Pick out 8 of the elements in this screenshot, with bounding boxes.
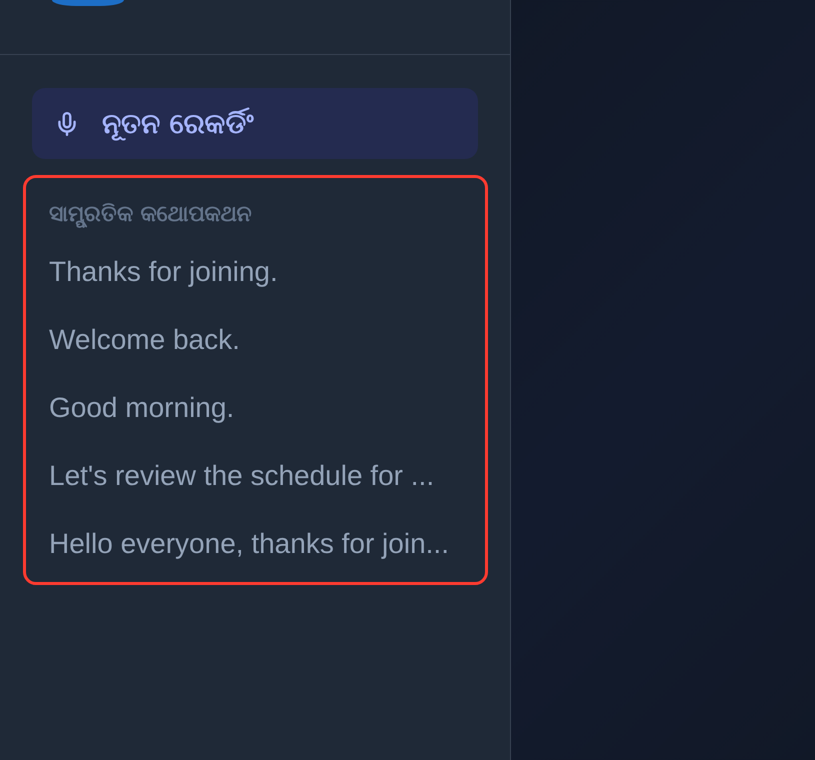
header-button[interactable] [52,0,124,6]
conversation-item[interactable]: Let's review the schedule for ... [49,450,434,502]
conversation-item[interactable]: Welcome back. [49,314,240,366]
conversation-item[interactable]: Hello everyone, thanks for join... [49,518,449,570]
new-recording-button[interactable]: ନୂତନ ରେକର୍ଡିଂ [32,88,478,159]
conversation-item[interactable]: Thanks for joining. [49,246,278,298]
section-heading: ସାମ୍ପ୍ରତିକ କଥୋପକଥନ [49,201,252,229]
conversation-item[interactable]: Good morning. [49,382,234,434]
